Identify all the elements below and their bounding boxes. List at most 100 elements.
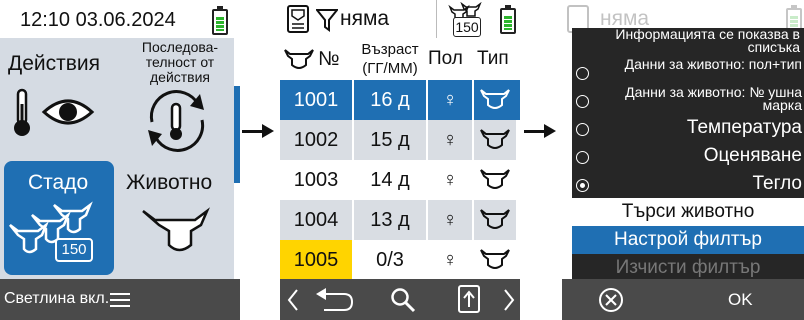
col-sex[interactable]: Пол [428,48,463,70]
clear-filter-button[interactable]: Изчисти филтър [572,254,804,282]
datetime: 12:10 03.06.2024 [20,9,176,31]
cell-divider [472,120,474,160]
radio-option-label: Данни за животно: пол+тип [624,56,802,72]
animal-number: 1001 [293,89,339,111]
herd-tile[interactable]: Стадо 150 [4,161,114,275]
radio-option[interactable]: Тегло [572,170,804,198]
column-header-row: № Възраст (ГГ/ММ) Пол Тип [280,38,520,81]
cow-type-icon [480,89,510,109]
cell-divider [426,240,428,280]
animal-number: 1003 [293,169,339,191]
animal-number: 1002 [293,129,339,151]
options-popup: Информацията се показва в списъка Данни … [572,26,804,282]
col-type[interactable]: Тип [477,48,509,70]
radio-empty-icon[interactable] [576,151,589,164]
light-on-label[interactable]: Светлина вкл. [4,290,109,308]
col-age[interactable]: Възраст (ГГ/ММ) [354,40,426,78]
actions-tile[interactable]: Действия [2,40,120,156]
cell-divider [426,80,428,120]
cow-type-icon [480,129,510,149]
footer-bar: Светлина вкл. [0,279,240,320]
table-row[interactable]: 1003 14 д ♀ [280,160,516,200]
radio-empty-icon[interactable] [576,95,589,108]
list-header: няма 150 [280,0,520,39]
ok-button[interactable]: OK [728,290,753,310]
animal-sex: ♀ [442,209,458,231]
cell-divider [472,80,474,120]
cell-divider [352,200,354,240]
radio-option[interactable]: Температура [572,114,804,142]
radio-option-label: Тегло [752,173,803,194]
cancel-circle-icon[interactable] [598,287,624,313]
divider [436,0,437,38]
radio-option[interactable]: Данни за животно: № ушна марка [572,84,804,114]
filter-icon[interactable] [316,8,338,32]
radio-selected-icon[interactable] [576,179,589,192]
cow-head-icon [142,207,210,252]
cell-divider [426,200,428,240]
animal-age: 15 д [370,129,410,151]
table-row[interactable]: 1002 15 д ♀ [280,120,516,160]
table-row[interactable]: 1005 0/3 ♀ [280,240,516,280]
animal-label: Животно [126,171,213,194]
animal-sex: ♀ [442,129,458,151]
cow-type-icon [480,249,510,269]
list-footer [280,279,520,320]
document-icon[interactable] [286,4,310,34]
table-row[interactable]: 1001 16 д ♀ [280,80,516,120]
radio-empty-icon[interactable] [576,123,589,136]
set-filter-button[interactable]: Настрой филтър [572,226,804,254]
thermometer-eye-icon [14,88,95,136]
options-footer: OK [562,279,804,320]
animal-tile[interactable]: Животно [120,161,234,277]
sequence-label: Последова- телност от действия [141,39,219,85]
table-row[interactable]: 1004 13 д ♀ [280,200,516,240]
animal-age: 14 д [370,169,410,191]
popup-title: Информацията се показва в списъка [615,26,800,55]
animal-sex: ♀ [442,89,458,111]
cycle-thermometer-icon [148,90,205,152]
cell-divider [426,120,428,160]
back-arrow-icon[interactable] [314,288,354,312]
animal-sex: ♀ [442,249,458,271]
animal-age: 13 д [370,209,410,231]
cell-divider [426,160,428,200]
radio-option[interactable]: Оценяване [572,142,804,170]
flow-arrow-icon [262,124,274,138]
list-scrollbar[interactable] [516,80,520,120]
scrollbar[interactable] [234,86,240,183]
radio-option-label: Данни за животно: № ушна марка [625,84,802,113]
cow-type-icon [480,209,510,229]
search-animal-button[interactable]: Търси животно [572,198,804,226]
flow-arrow-line [242,130,262,133]
action-sequence-tile[interactable]: Последова- телност от действия [120,40,234,156]
search-icon[interactable] [390,287,416,313]
status-bar: 12:10 03.06.2024 [0,0,240,38]
col-number[interactable]: № [318,48,339,71]
radio-option[interactable]: Данни за животно: пол+тип [572,56,804,86]
cell-divider [472,240,474,280]
chevron-left-icon[interactable] [286,288,300,312]
herd-list-screen: няма 150 № Възраст (ГГ/ММ) Пол Тип 1001 1… [280,0,520,320]
animal-number: 1004 [293,209,339,231]
main-menu-screen: 12:10 03.06.2024 Действия Последова- тел… [0,0,240,320]
battery-full-icon [212,6,228,35]
battery-full-icon [500,5,516,34]
animal-age: 0/3 [376,249,404,271]
chevron-right-icon[interactable] [502,288,516,312]
upload-icon[interactable] [458,285,480,313]
cell-divider [352,80,354,120]
radio-empty-icon[interactable] [576,67,589,80]
cell-divider [472,200,474,240]
cow-head-column-icon [284,49,314,69]
actions-label: Действия [8,52,101,75]
menu-icon[interactable] [110,292,130,308]
animal-sex: ♀ [442,169,458,191]
cell-divider [472,160,474,200]
filter-value: няма [340,7,390,30]
cell-divider [352,160,354,200]
radio-option-label: Оценяване [703,145,802,166]
flow-arrow-line [524,130,544,133]
cow-type-icon [480,169,510,189]
flow-arrow-icon [544,124,556,138]
